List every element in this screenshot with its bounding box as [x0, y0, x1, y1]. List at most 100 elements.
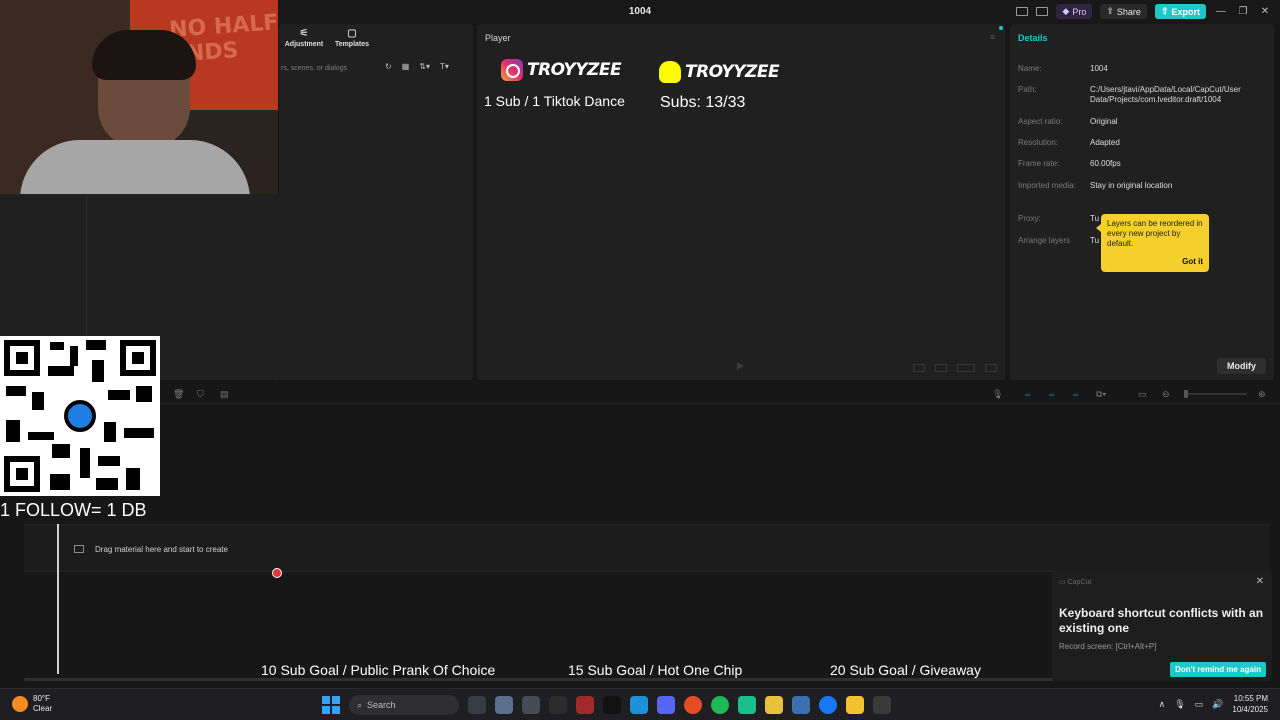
player-title: Player — [485, 33, 511, 43]
aspect-icon[interactable] — [957, 364, 975, 372]
clock[interactable]: 10:55 PM 10/4/2025 — [1232, 693, 1268, 715]
screen: 1004 ◆ Pro ⇪ Share ⇧ Export — ❐ ✕ ⚟ Adjustme… — [0, 0, 1280, 720]
close-icon[interactable]: ✕ — [1258, 6, 1272, 17]
detail-value: Original — [1090, 117, 1118, 126]
share-button[interactable]: ⇪ Share — [1100, 4, 1147, 19]
mail-icon[interactable] — [522, 696, 540, 714]
filter-icon[interactable]: T▾ — [440, 62, 449, 71]
media-drop-icon — [74, 545, 84, 553]
edge-icon[interactable] — [630, 696, 648, 714]
modify-button[interactable]: Modify — [1217, 358, 1266, 374]
pro-button[interactable]: ◆ Pro — [1056, 4, 1093, 19]
link-main-icon[interactable]: ⇔ — [1023, 389, 1032, 399]
zoom-in-icon[interactable]: ⊕ — [1258, 389, 1266, 400]
chevron-up-icon[interactable]: ∧ — [1159, 699, 1166, 710]
epic-games-icon[interactable] — [549, 696, 567, 714]
grid-view-icon[interactable]: ▦ — [402, 62, 410, 71]
link-icon[interactable]: ⇔ — [1071, 389, 1080, 399]
restore-icon[interactable]: ❐ — [1236, 6, 1250, 17]
close-icon[interactable]: ✕ — [1256, 576, 1264, 587]
windows-start-icon[interactable] — [322, 696, 340, 714]
red-app-icon[interactable] — [576, 696, 594, 714]
tiktok-icon[interactable] — [603, 696, 621, 714]
export-button[interactable]: ⇧ Export — [1154, 4, 1206, 19]
magnet-icon[interactable]: ⇔ — [1047, 389, 1056, 399]
display-icon[interactable]: ▭ — [1195, 699, 1204, 710]
tooltip-text: Layers can be reordered in every new pro… — [1107, 219, 1203, 248]
caption-icon[interactable]: ▤ — [220, 389, 229, 400]
facebook-icon[interactable] — [819, 696, 837, 714]
refresh-icon[interactable]: ↻ — [385, 62, 392, 71]
chrome-icon[interactable] — [684, 696, 702, 714]
sort-icon[interactable]: ⇅▾ — [419, 62, 430, 71]
menu-icon[interactable]: ≡ — [990, 32, 995, 42]
qr-finder — [4, 340, 40, 376]
timeline-toolbar: 🗑 ⛉ ▤ 🎙 ⇔ ⇔ ⇔ ⧉▾ ▭ ⊖ ⊕ — [0, 384, 1280, 404]
preview-axis-icon[interactable]: ⧉▾ — [1096, 389, 1106, 400]
windows-taskbar: 80°F Clear ⌕ Search ∧ 🎙 ▭ 🔊 10:55 PM 10/… — [0, 688, 1280, 720]
minimize-icon[interactable]: — — [1214, 6, 1228, 17]
store-icon[interactable] — [792, 696, 810, 714]
taskbar-search[interactable]: ⌕ Search — [349, 695, 459, 715]
crop-icon[interactable] — [935, 364, 947, 372]
file-explorer-icon[interactable] — [846, 696, 864, 714]
dont-remind-button[interactable]: Don't remind me again — [1170, 662, 1266, 677]
weather-widget[interactable]: 80°F Clear — [12, 694, 52, 714]
qr-module — [50, 342, 64, 350]
playhead[interactable] — [57, 524, 59, 674]
export-icon: ⇧ — [1160, 6, 1169, 16]
tab-adjustment[interactable]: ⚟ Adjustment — [283, 28, 325, 48]
toast-source: ▭ CapCut — [1059, 578, 1091, 586]
qr-module — [108, 390, 130, 400]
microphone-icon[interactable]: 🎙 — [992, 389, 1003, 400]
green-app-icon[interactable] — [738, 696, 756, 714]
qr-module — [104, 422, 116, 442]
temperature: 80°F — [33, 694, 50, 703]
discord-icon[interactable] — [657, 696, 675, 714]
zoom-out-icon[interactable]: ⊖ — [1162, 389, 1170, 400]
subs-counter-text: Subs: 13/33 — [660, 94, 746, 111]
capcut-icon[interactable] — [873, 696, 891, 714]
instagram-icon — [501, 59, 523, 81]
system-tray: ∧ 🎙 ▭ 🔊 10:55 PM 10/4/2025 — [1159, 693, 1268, 715]
ratio-icon[interactable] — [913, 364, 925, 372]
pro-label: Pro — [1072, 6, 1087, 17]
volume-icon[interactable]: 🔊 — [1212, 699, 1223, 710]
media-search-input[interactable]: rs, scenes, or dialogs — [281, 62, 373, 76]
search-icon: ⌕ — [357, 699, 363, 710]
zoom-slider-track[interactable] — [1185, 393, 1247, 395]
player-controls — [913, 364, 997, 372]
taskbar-apps: ⌕ Search — [322, 695, 891, 715]
shield-icon[interactable]: ⛉ — [197, 389, 204, 400]
play-icon[interactable] — [737, 362, 744, 370]
settings-icon[interactable] — [495, 696, 513, 714]
qr-module — [136, 386, 152, 402]
task-view-icon[interactable] — [468, 696, 486, 714]
follow-text: 1 FOLLOW= 1 DB — [0, 500, 147, 520]
spotify-icon[interactable] — [711, 696, 729, 714]
caption-toggle-icon[interactable]: ▭ — [1138, 389, 1147, 400]
qr-module — [98, 456, 120, 466]
qr-module — [80, 448, 90, 478]
fullscreen-icon[interactable] — [985, 364, 997, 372]
panels-icon[interactable] — [1036, 7, 1049, 16]
microphone-icon[interactable]: 🎙 — [1174, 699, 1185, 710]
details-panel: Details Name: 1004 Path: C:/Users/jtavi/Ap… — [1010, 24, 1274, 380]
weather-icon — [12, 696, 28, 712]
qr-module — [86, 340, 106, 350]
qr-module — [48, 366, 74, 376]
capcut-icon: ▭ — [1059, 579, 1068, 586]
got-it-button[interactable]: Got it — [1182, 257, 1203, 267]
timeline-scrollbar[interactable] — [24, 678, 1054, 681]
detail-value: C:/Users/jtavi/AppData/Local/CapCut/User… — [1090, 85, 1241, 104]
snapchat-icon — [659, 61, 681, 83]
zoom-slider-handle[interactable] — [1184, 390, 1188, 398]
drag-hint-text: Drag material here and start to create — [95, 545, 228, 554]
notes-icon[interactable] — [765, 696, 783, 714]
delete-icon[interactable]: 🗑 — [173, 389, 184, 400]
layout-icon[interactable] — [1016, 7, 1029, 16]
detail-key: Imported media: — [1018, 181, 1076, 190]
qr-module — [6, 420, 20, 442]
tab-templates[interactable]: ▢ Templates — [331, 28, 373, 48]
qr-finder — [120, 340, 156, 376]
